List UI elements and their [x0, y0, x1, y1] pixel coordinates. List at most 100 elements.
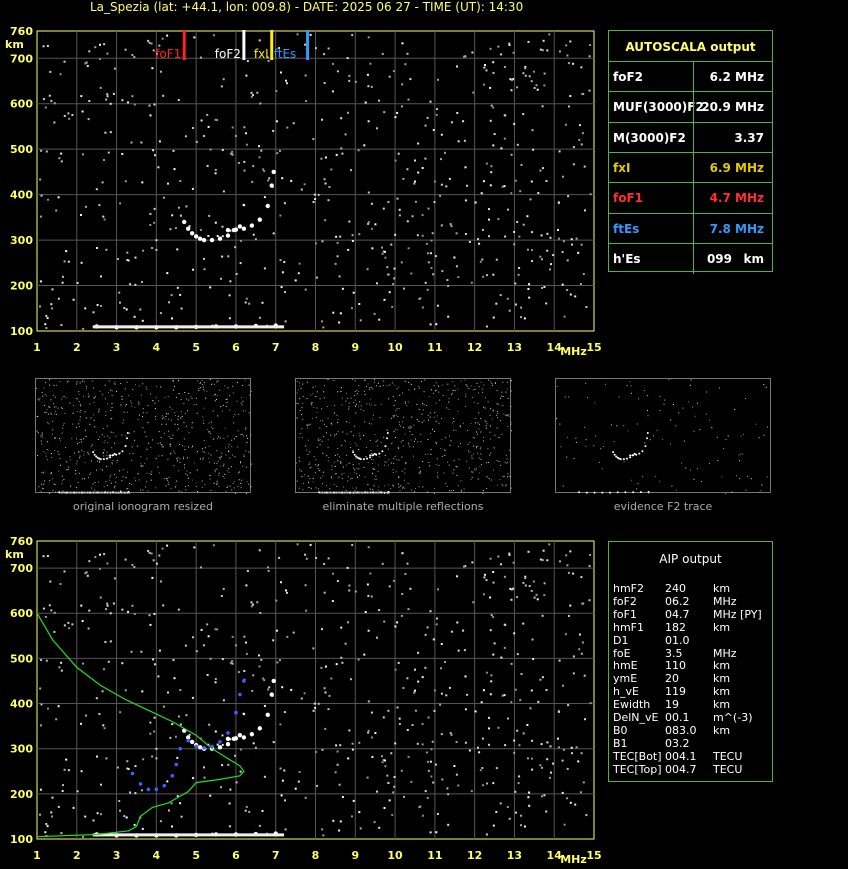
noise-dot	[174, 735, 177, 738]
thumb-noise	[460, 380, 462, 382]
thumb-noise	[575, 437, 577, 439]
noise-dot	[488, 716, 490, 719]
thumb-noise	[457, 446, 459, 448]
thumb-noise	[486, 462, 487, 463]
thumb-noise	[306, 427, 308, 429]
thumb-noise	[479, 448, 481, 450]
noise-dot	[403, 795, 405, 798]
thumb-noise	[106, 425, 108, 427]
thumb-noise	[379, 417, 381, 419]
thumb-noise	[119, 470, 121, 472]
thumb-noise	[91, 444, 93, 446]
thumb-noise	[74, 452, 76, 454]
thumb-noise	[49, 384, 51, 386]
noise-dot	[55, 718, 58, 721]
thumb-noise	[36, 387, 38, 389]
noise-dot	[366, 776, 369, 779]
noise-dot	[263, 775, 266, 778]
noise-dot	[417, 680, 420, 683]
thumb-noise	[435, 382, 437, 384]
thumb-noise	[763, 384, 765, 386]
thumb-trace	[647, 490, 650, 493]
thumb-noise	[110, 482, 112, 484]
noise-dot	[382, 716, 385, 719]
thumb-noise	[348, 408, 350, 410]
thumb-noise	[120, 404, 122, 406]
thumb-noise	[321, 440, 323, 442]
thumb-noise	[664, 399, 666, 401]
noise-dot	[557, 710, 560, 713]
thumb-noise	[507, 398, 509, 399]
thumb-noise	[436, 415, 438, 417]
noise-dot	[508, 552, 511, 555]
thumb-noise	[218, 474, 220, 476]
thumb-noise	[140, 489, 142, 491]
thumb-noise	[465, 405, 466, 407]
autoscala-key: MUF(3000)F2	[613, 100, 704, 115]
caption-eliminate: eliminate multiple reflections	[322, 500, 484, 513]
noise-dot	[221, 734, 224, 737]
thumb-noise	[78, 391, 80, 393]
thumb-noise	[319, 470, 321, 471]
noise-dot	[245, 805, 248, 808]
thumb-noise	[93, 414, 95, 416]
noise-dot	[520, 824, 522, 827]
aip-value: 04.7	[665, 607, 690, 621]
aip-value: 182	[665, 620, 686, 634]
thumb-noise	[108, 392, 109, 394]
noise-dot	[530, 689, 533, 692]
noise-dot	[536, 598, 539, 601]
noise-dot	[221, 658, 224, 661]
thumb-noise	[350, 447, 352, 449]
noise-dot	[50, 609, 53, 612]
thumb-noise	[239, 471, 240, 473]
thumb-noise	[346, 392, 348, 394]
thumb-noise	[659, 396, 661, 397]
thumb-noise	[124, 388, 126, 390]
thumb-noise	[44, 411, 45, 413]
thumb-noise	[52, 429, 54, 431]
thumb-noise	[766, 476, 768, 478]
thumb-noise	[402, 486, 404, 488]
thumb-noise	[216, 381, 218, 383]
thumb-noise	[224, 473, 226, 475]
thumb-noise	[675, 425, 677, 427]
thumb-noise	[418, 387, 420, 389]
thumb-noise	[507, 461, 509, 463]
trace-point	[249, 732, 255, 737]
thumb-noise	[90, 460, 92, 462]
thumb-trace	[646, 432, 649, 435]
thumb-noise	[306, 381, 308, 383]
fit-point	[138, 782, 143, 786]
noise-dot	[457, 784, 460, 787]
noise-dot	[159, 820, 162, 823]
noise-dot	[222, 699, 225, 702]
thumb-noise	[45, 455, 47, 457]
noise-dot	[39, 813, 41, 816]
thumb-noise	[184, 446, 186, 448]
thumb-noise	[129, 432, 131, 434]
noise-dot	[562, 684, 564, 687]
noise-dot	[549, 776, 551, 779]
thumb-noise	[55, 411, 56, 413]
noise-dot	[279, 767, 282, 770]
thumb-noise	[693, 430, 695, 432]
thumb-noise	[75, 463, 77, 465]
thumb-noise	[248, 384, 250, 386]
thumb-noise	[248, 412, 250, 414]
thumb-e-layer	[328, 491, 330, 494]
thumb-noise	[40, 491, 42, 493]
thumb-noise	[315, 487, 317, 489]
thumb-noise	[39, 397, 41, 399]
noise-dot	[162, 604, 165, 607]
thumb-noise	[403, 416, 405, 418]
thumb-noise	[407, 482, 409, 484]
thumb-noise	[87, 393, 89, 395]
thumb-noise	[218, 436, 219, 438]
noise-dot	[472, 601, 475, 604]
thumb-noise	[459, 425, 461, 427]
thumb-noise	[447, 389, 449, 391]
noise-dot	[105, 608, 108, 611]
noise-dot	[340, 656, 343, 659]
thumb-noise	[210, 454, 212, 456]
